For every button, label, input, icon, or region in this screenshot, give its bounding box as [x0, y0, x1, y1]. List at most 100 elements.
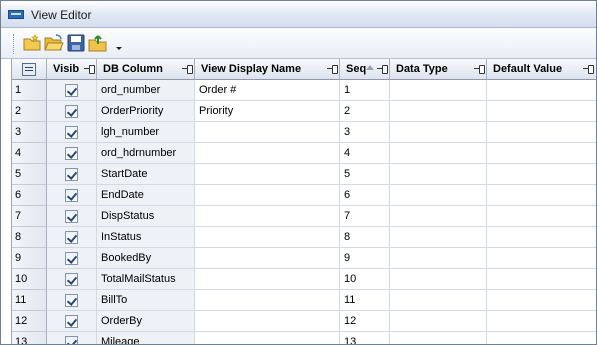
visible-checkbox[interactable] — [65, 168, 78, 181]
view-display-name-cell[interactable]: Priority — [195, 101, 340, 122]
view-display-name-cell[interactable] — [195, 227, 340, 248]
db-column-cell[interactable]: ord_hdrnumber — [97, 143, 195, 164]
seq-cell[interactable]: 7 — [340, 206, 390, 227]
column-header-visible[interactable]: Visib — [47, 59, 97, 80]
row-number[interactable]: 1 — [12, 80, 47, 101]
visible-checkbox[interactable] — [65, 147, 78, 160]
visible-checkbox[interactable] — [65, 294, 78, 307]
table-row[interactable]: 7 DispStatus 7 — [12, 206, 596, 227]
db-column-cell[interactable]: Mileage — [97, 332, 195, 344]
visible-checkbox[interactable] — [65, 105, 78, 118]
row-number[interactable]: 8 — [12, 227, 47, 248]
seq-cell[interactable]: 13 — [340, 332, 390, 344]
db-column-cell[interactable]: OrderBy — [97, 311, 195, 332]
table-row[interactable]: 9 BookedBy 9 — [12, 248, 596, 269]
pin-icon[interactable] — [583, 64, 594, 74]
column-header-seq[interactable]: Seq — [340, 59, 390, 80]
view-display-name-cell[interactable] — [195, 206, 340, 227]
table-row[interactable]: 6 EndDate 6 — [12, 185, 596, 206]
row-number[interactable]: 12 — [12, 311, 47, 332]
column-header-default-value[interactable]: Default Value — [487, 59, 596, 80]
data-type-cell[interactable] — [390, 143, 487, 164]
db-column-cell[interactable]: InStatus — [97, 227, 195, 248]
view-display-name-cell[interactable]: Order # — [195, 80, 340, 101]
data-type-cell[interactable] — [390, 122, 487, 143]
visible-checkbox[interactable] — [65, 273, 78, 286]
row-number[interactable]: 13 — [12, 332, 47, 344]
data-type-cell[interactable] — [390, 101, 487, 122]
default-value-cell[interactable] — [487, 185, 596, 206]
default-value-cell[interactable] — [487, 143, 596, 164]
visible-checkbox[interactable] — [65, 210, 78, 223]
visible-checkbox[interactable] — [65, 315, 78, 328]
data-type-cell[interactable] — [390, 185, 487, 206]
db-column-cell[interactable]: TotalMailStatus — [97, 269, 195, 290]
default-value-cell[interactable] — [487, 122, 596, 143]
view-display-name-cell[interactable] — [195, 248, 340, 269]
view-display-name-cell[interactable] — [195, 122, 340, 143]
default-value-cell[interactable] — [487, 80, 596, 101]
new-folder-icon[interactable] — [22, 34, 42, 52]
row-number[interactable]: 6 — [12, 185, 47, 206]
data-type-cell[interactable] — [390, 164, 487, 185]
db-column-cell[interactable]: BillTo — [97, 290, 195, 311]
seq-cell[interactable]: 2 — [340, 101, 390, 122]
column-header-view-display-name[interactable]: View Display Name — [195, 59, 340, 80]
row-number[interactable]: 3 — [12, 122, 47, 143]
view-display-name-cell[interactable] — [195, 185, 340, 206]
row-number[interactable]: 2 — [12, 101, 47, 122]
table-row[interactable]: 1 ord_number Order #1 — [12, 80, 596, 101]
seq-cell[interactable]: 12 — [340, 311, 390, 332]
seq-cell[interactable]: 3 — [340, 122, 390, 143]
dropdown-arrow-icon[interactable] — [115, 40, 123, 52]
view-display-name-cell[interactable] — [195, 290, 340, 311]
table-row[interactable]: 8 InStatus 8 — [12, 227, 596, 248]
db-column-cell[interactable]: OrderPriority — [97, 101, 195, 122]
view-display-name-cell[interactable] — [195, 269, 340, 290]
table-row[interactable]: 12 OrderBy 12 — [12, 311, 596, 332]
row-number[interactable]: 9 — [12, 248, 47, 269]
seq-cell[interactable]: 10 — [340, 269, 390, 290]
open-folder-icon[interactable] — [44, 34, 64, 52]
table-row[interactable]: 4 ord_hdrnumber 4 — [12, 143, 596, 164]
row-number[interactable]: 7 — [12, 206, 47, 227]
data-type-cell[interactable] — [390, 332, 487, 344]
table-row[interactable]: 11 BillTo 11 — [12, 290, 596, 311]
data-type-cell[interactable] — [390, 311, 487, 332]
pin-icon[interactable] — [182, 64, 193, 74]
table-row[interactable]: 5 StartDate 5 — [12, 164, 596, 185]
default-value-cell[interactable] — [487, 311, 596, 332]
data-type-cell[interactable] — [390, 80, 487, 101]
table-row[interactable]: 3 lgh_number 3 — [12, 122, 596, 143]
default-value-cell[interactable] — [487, 101, 596, 122]
db-column-cell[interactable]: DispStatus — [97, 206, 195, 227]
db-column-cell[interactable]: StartDate — [97, 164, 195, 185]
seq-cell[interactable]: 4 — [340, 143, 390, 164]
data-type-cell[interactable] — [390, 248, 487, 269]
export-icon[interactable] — [88, 34, 108, 52]
column-header-db-column[interactable]: DB Column — [97, 59, 195, 80]
default-value-cell[interactable] — [487, 248, 596, 269]
view-display-name-cell[interactable] — [195, 143, 340, 164]
seq-cell[interactable]: 5 — [340, 164, 390, 185]
seq-cell[interactable]: 9 — [340, 248, 390, 269]
seq-cell[interactable]: 6 — [340, 185, 390, 206]
default-value-cell[interactable] — [487, 332, 596, 344]
data-type-cell[interactable] — [390, 206, 487, 227]
visible-checkbox[interactable] — [65, 252, 78, 265]
db-column-cell[interactable]: BookedBy — [97, 248, 195, 269]
toolbar-grip[interactable] — [13, 34, 15, 54]
default-value-cell[interactable] — [487, 206, 596, 227]
pin-icon[interactable] — [84, 64, 95, 74]
seq-cell[interactable]: 11 — [340, 290, 390, 311]
visible-checkbox[interactable] — [65, 336, 78, 344]
db-column-cell[interactable]: ord_number — [97, 80, 195, 101]
db-column-cell[interactable]: lgh_number — [97, 122, 195, 143]
db-column-cell[interactable]: EndDate — [97, 185, 195, 206]
view-display-name-cell[interactable] — [195, 164, 340, 185]
column-header-data-type[interactable]: Data Type — [390, 59, 487, 80]
default-value-cell[interactable] — [487, 227, 596, 248]
seq-cell[interactable]: 8 — [340, 227, 390, 248]
visible-checkbox[interactable] — [65, 189, 78, 202]
view-display-name-cell[interactable] — [195, 311, 340, 332]
